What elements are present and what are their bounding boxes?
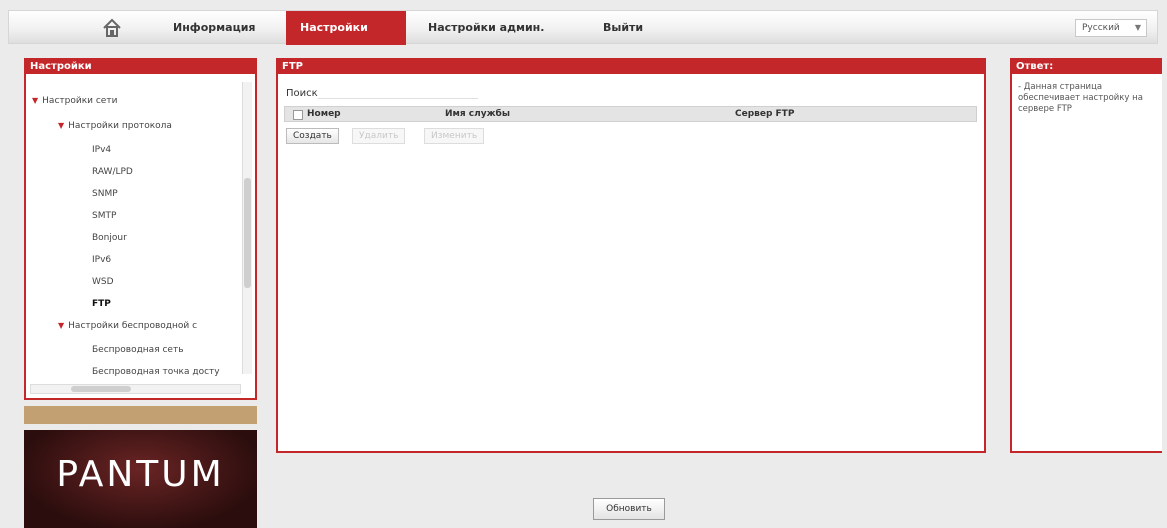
column-service-name: Имя службы xyxy=(445,109,510,119)
nav-logout[interactable]: Выйти xyxy=(589,11,657,45)
refresh-button[interactable]: Обновить xyxy=(593,498,665,520)
search-input[interactable] xyxy=(318,82,478,99)
scrollbar-thumb[interactable] xyxy=(244,178,251,288)
create-button[interactable]: Создать xyxy=(286,128,339,144)
nav-admin-settings[interactable]: Настройки админ. xyxy=(414,11,558,45)
tree-node-wireless-network[interactable]: Беспроводная сеть xyxy=(92,345,184,355)
tree-node-ipv6[interactable]: IPv6 xyxy=(92,255,111,265)
nav-info[interactable]: Информация xyxy=(159,11,270,45)
tree-node-rawlpd[interactable]: RAW/LPD xyxy=(92,167,133,177)
help-text: - Данная страница обеспечивает настройку… xyxy=(1018,82,1143,114)
vertical-scrollbar[interactable] xyxy=(242,82,252,374)
horizontal-scrollbar[interactable] xyxy=(30,384,241,394)
tree-node-label: Настройки протокола xyxy=(68,121,172,131)
tree-node-label: Настройки беспроводной с xyxy=(68,321,198,331)
help-panel-title: Ответ: xyxy=(1012,60,1162,74)
tree-node-smtp[interactable]: SMTP xyxy=(92,211,116,221)
decorative-bar xyxy=(24,406,257,424)
tree-node-wsd[interactable]: WSD xyxy=(92,277,114,287)
logo-text: PANTUM xyxy=(56,454,225,495)
settings-tree: ▼ Настройки сети ▼ Настройки протокола IPv… xyxy=(30,82,241,376)
tree-node-wireless-ap[interactable]: Беспроводная точка досту xyxy=(92,367,220,376)
tree-node-snmp[interactable]: SNMP xyxy=(92,189,118,199)
column-ftp-server: Сервер FTP xyxy=(735,109,795,119)
tree-node-wireless[interactable]: ▼ Настройки беспроводной с xyxy=(58,321,197,331)
expand-arrow-icon: ▼ xyxy=(32,96,39,105)
settings-tree-panel: Настройки ▼ Настройки сети ▼ Настройки про… xyxy=(24,58,257,400)
table-header: Номер Имя службы Сервер FTP xyxy=(284,106,977,122)
select-all-checkbox[interactable] xyxy=(293,110,303,120)
ftp-panel: FTP Поиск Номер Имя службы Сервер FTP Со… xyxy=(276,58,986,453)
expand-arrow-icon: ▼ xyxy=(58,121,65,130)
pantum-logo: PANTUM xyxy=(24,430,257,528)
delete-button[interactable]: Удалить xyxy=(352,128,406,144)
tree-node-label: Настройки сети xyxy=(42,96,118,106)
nav-settings[interactable]: Настройки xyxy=(286,11,406,45)
edit-button[interactable]: Изменить xyxy=(424,128,485,144)
scrollbar-thumb[interactable] xyxy=(71,386,131,392)
tree-node-ipv4[interactable]: IPv4 xyxy=(92,145,111,155)
top-navigation: Информация Настройки Настройки админ. Вы… xyxy=(8,10,1158,45)
expand-arrow-icon: ▼ xyxy=(58,321,65,330)
tree-node-ftp[interactable]: FTP xyxy=(92,299,111,309)
ftp-panel-title: FTP xyxy=(278,60,984,74)
search-label: Поиск xyxy=(286,88,318,99)
language-value: Русский xyxy=(1082,23,1120,33)
settings-tree-title: Настройки xyxy=(26,60,255,74)
help-panel: Ответ: - Данная страница обеспечивает на… xyxy=(1010,58,1162,453)
home-icon[interactable] xyxy=(101,17,123,39)
tree-node-protocol[interactable]: ▼ Настройки протокола xyxy=(58,121,172,131)
tree-node-network[interactable]: ▼ Настройки сети xyxy=(32,96,117,106)
language-select[interactable]: Русский ▼ xyxy=(1075,19,1147,37)
tree-node-bonjour[interactable]: Bonjour xyxy=(92,233,127,243)
chevron-down-icon: ▼ xyxy=(1134,23,1141,32)
column-number: Номер xyxy=(307,109,341,119)
